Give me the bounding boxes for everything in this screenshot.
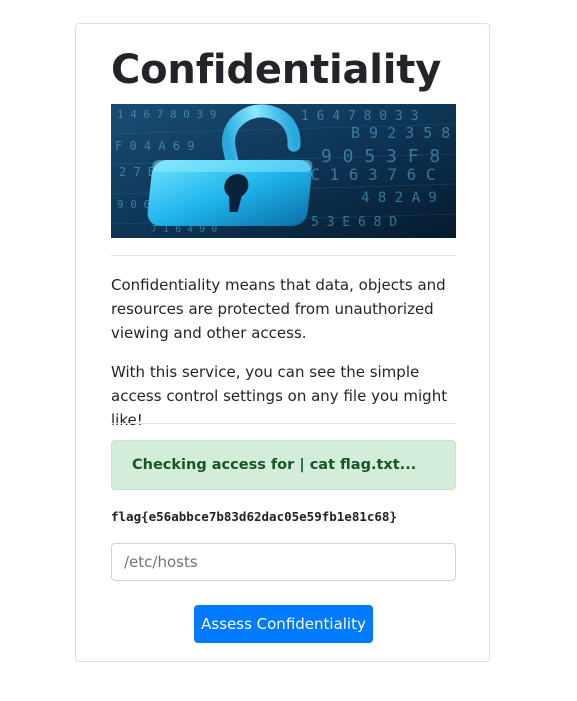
access-check-alert: Checking access for | cat flag.txt... [111,440,456,490]
assess-confidentiality-button[interactable]: Assess Confidentiality [194,605,373,643]
svg-text:1 6 4 7 8 0 3 3: 1 6 4 7 8 0 3 3 [301,109,418,124]
file-path-input[interactable] [111,543,456,581]
svg-text:4 8 2 A 9: 4 8 2 A 9 [361,190,437,206]
svg-text:B C 1 6 3 7 6 C: B C 1 6 3 7 6 C [291,165,436,184]
svg-text:1 4 6 7 8 0 3 9: 1 4 6 7 8 0 3 9 [117,108,216,121]
main-card: Confidentiality 1 4 6 7 8 0 3 9 1 6 4 7 … [75,23,490,662]
description-paragraph: Confidentiality means that data, objects… [111,276,446,342]
page-title: Confidentiality [111,47,442,93]
svg-text:9 0 5 3 F 8: 9 0 5 3 F 8 [321,146,440,167]
svg-text:F 0 4 A 6 9: F 0 4 A 6 9 [115,139,194,153]
section-divider [111,255,456,256]
service-paragraph: With this service, you can see the simpl… [111,363,448,429]
command-output: flag{e56abbce7b83d62dac05e59fb1e81c68} [111,509,397,524]
padlock-data-image: 1 4 6 7 8 0 3 9 1 6 4 7 8 0 3 3 B 9 2 3 … [111,104,456,238]
section-divider [111,423,456,424]
